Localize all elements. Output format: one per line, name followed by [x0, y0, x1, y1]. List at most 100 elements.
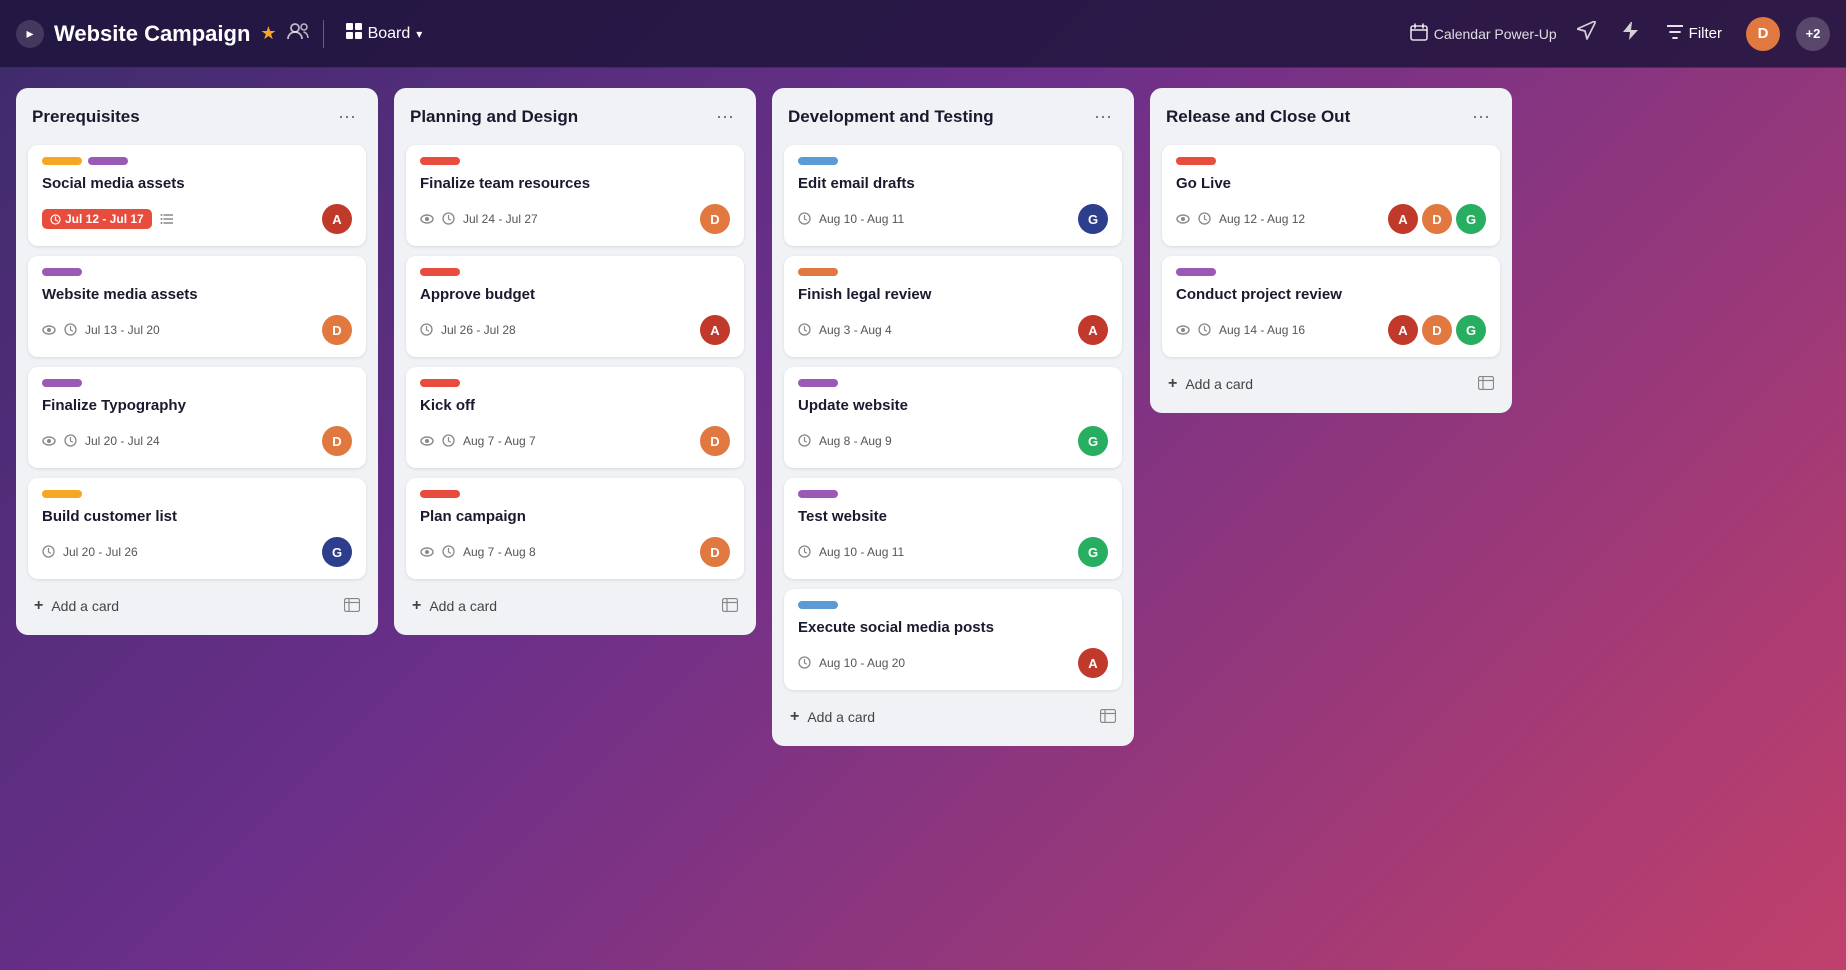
card-avatar[interactable]: D [700, 204, 730, 234]
column-title-release-closeout: Release and Close Out [1166, 107, 1350, 127]
card-avatar[interactable]: D [322, 426, 352, 456]
card-avatar[interactable]: D [1422, 204, 1452, 234]
card-approve-budget[interactable]: Approve budgetJul 26 - Jul 28A [406, 256, 744, 357]
tag-blue [798, 601, 838, 609]
add-card-prerequisites[interactable]: + Add a card [28, 589, 366, 623]
card-title: Test website [798, 506, 1108, 527]
card-footer: Aug 8 - Aug 9G [798, 426, 1108, 456]
clock-icon [442, 210, 455, 228]
column-menu-development-testing[interactable]: ··· [1088, 104, 1118, 129]
column-header-planning-design: Planning and Design ··· [406, 104, 744, 135]
card-tags [42, 268, 352, 276]
chevron-down-icon: ▾ [416, 27, 422, 41]
board-view-selector[interactable]: Board ▾ [338, 19, 431, 48]
star-icon[interactable]: ★ [260, 23, 276, 44]
card-website-media-assets[interactable]: Website media assetsJul 13 - Jul 20D [28, 256, 366, 357]
column-menu-prerequisites[interactable]: ··· [332, 104, 362, 129]
card-avatar[interactable]: A [1388, 204, 1418, 234]
card-avatar[interactable]: A [1388, 315, 1418, 345]
card-edit-email-drafts[interactable]: Edit email draftsAug 10 - Aug 11G [784, 145, 1122, 246]
template-icon[interactable] [722, 598, 738, 615]
card-title: Kick off [420, 395, 730, 416]
card-title: Conduct project review [1176, 284, 1486, 305]
clock-icon [798, 543, 811, 561]
card-build-customer-list[interactable]: Build customer listJul 20 - Jul 26G [28, 478, 366, 579]
card-tags [420, 268, 730, 276]
clock-icon [64, 432, 77, 450]
card-avatar[interactable]: G [1078, 426, 1108, 456]
card-test-website[interactable]: Test website Aug 10 - Aug 11G [784, 478, 1122, 579]
card-go-live[interactable]: Go LiveAug 12 - Aug 12ADG [1162, 145, 1500, 246]
card-date: Aug 7 - Aug 8 [463, 545, 536, 559]
send-icon[interactable] [1573, 17, 1601, 50]
card-date: Aug 10 - Aug 20 [819, 656, 905, 670]
card-date: Aug 7 - Aug 7 [463, 434, 536, 448]
column-title-development-testing: Development and Testing [788, 107, 994, 127]
lightning-icon[interactable] [1617, 17, 1643, 50]
card-avatar[interactable]: G [1456, 315, 1486, 345]
card-execute-social-media-posts[interactable]: Execute social media postsAug 10 - Aug 2… [784, 589, 1122, 690]
card-avatar[interactable]: D [322, 315, 352, 345]
template-icon[interactable] [344, 598, 360, 615]
card-avatars: G [1078, 204, 1108, 234]
column-menu-release-closeout[interactable]: ··· [1466, 104, 1496, 129]
add-card-development-testing[interactable]: + Add a card [784, 700, 1122, 734]
card-avatar[interactable]: A [1078, 315, 1108, 345]
card-footer: Aug 10 - Aug 11G [798, 537, 1108, 567]
column-prerequisites: Prerequisites ··· Social media assets Ju… [16, 88, 378, 635]
sidebar-toggle[interactable]: ▸ [16, 20, 44, 48]
template-icon[interactable] [1100, 709, 1116, 726]
column-menu-planning-design[interactable]: ··· [710, 104, 740, 129]
filter-button[interactable]: Filter [1659, 21, 1730, 47]
add-card-label: Add a card [429, 598, 497, 614]
card-meta: Aug 8 - Aug 9 [798, 432, 1078, 450]
card-date: Aug 10 - Aug 11 [819, 212, 904, 226]
tag-red [420, 379, 460, 387]
card-avatar[interactable]: D [700, 426, 730, 456]
calendar-powerup[interactable]: Calendar Power-Up [1410, 23, 1557, 44]
card-tags [1176, 268, 1486, 276]
card-avatar[interactable]: A [1078, 648, 1108, 678]
card-avatars: G [1078, 537, 1108, 567]
column-header-development-testing: Development and Testing ··· [784, 104, 1122, 135]
card-avatar[interactable]: G [1078, 204, 1108, 234]
card-tags [420, 157, 730, 165]
card-title: Update website [798, 395, 1108, 416]
card-title: Go Live [1176, 173, 1486, 194]
card-plan-campaign[interactable]: Plan campaignAug 7 - Aug 8D [406, 478, 744, 579]
add-card-label: Add a card [1185, 376, 1253, 392]
people-icon[interactable] [287, 22, 309, 45]
template-icon[interactable] [1478, 376, 1494, 393]
tag-purple [88, 157, 128, 165]
card-update-website[interactable]: Update website Aug 8 - Aug 9G [784, 367, 1122, 468]
card-social-media-assets[interactable]: Social media assets Jul 12 - Jul 17A [28, 145, 366, 246]
add-card-planning-design[interactable]: + Add a card [406, 589, 744, 623]
card-kick-off[interactable]: Kick off Aug 7 - Aug 7 D [406, 367, 744, 468]
card-footer: Aug 7 - Aug 7 D [420, 426, 730, 456]
tag-red [420, 268, 460, 276]
card-avatars: G [1078, 426, 1108, 456]
tag-purple [42, 379, 82, 387]
card-avatars: G [322, 537, 352, 567]
add-card-release-closeout[interactable]: + Add a card [1162, 367, 1500, 401]
clock-icon [1198, 321, 1211, 339]
card-conduct-project-review[interactable]: Conduct project reviewAug 14 - Aug 16ADG [1162, 256, 1500, 357]
tag-purple [798, 379, 838, 387]
user-avatar[interactable]: D [1746, 17, 1780, 51]
eye-icon [42, 434, 56, 449]
card-footer: Aug 7 - Aug 8 D [420, 537, 730, 567]
card-avatar[interactable]: A [700, 315, 730, 345]
card-avatar[interactable]: A [322, 204, 352, 234]
board-view-label: Board [368, 25, 411, 43]
card-finalize-team-resources[interactable]: Finalize team resourcesJul 24 - Jul 27D [406, 145, 744, 246]
card-finish-legal-review[interactable]: Finish legal reviewAug 3 - Aug 4A [784, 256, 1122, 357]
card-finalize-typography[interactable]: Finalize TypographyJul 20 - Jul 24D [28, 367, 366, 468]
card-avatar[interactable]: G [322, 537, 352, 567]
card-avatar[interactable]: G [1456, 204, 1486, 234]
card-avatar[interactable]: D [1422, 315, 1452, 345]
extra-avatars[interactable]: +2 [1796, 17, 1830, 51]
card-tags [798, 490, 1108, 498]
card-avatar[interactable]: D [700, 537, 730, 567]
eye-icon [1176, 212, 1190, 227]
card-avatar[interactable]: G [1078, 537, 1108, 567]
